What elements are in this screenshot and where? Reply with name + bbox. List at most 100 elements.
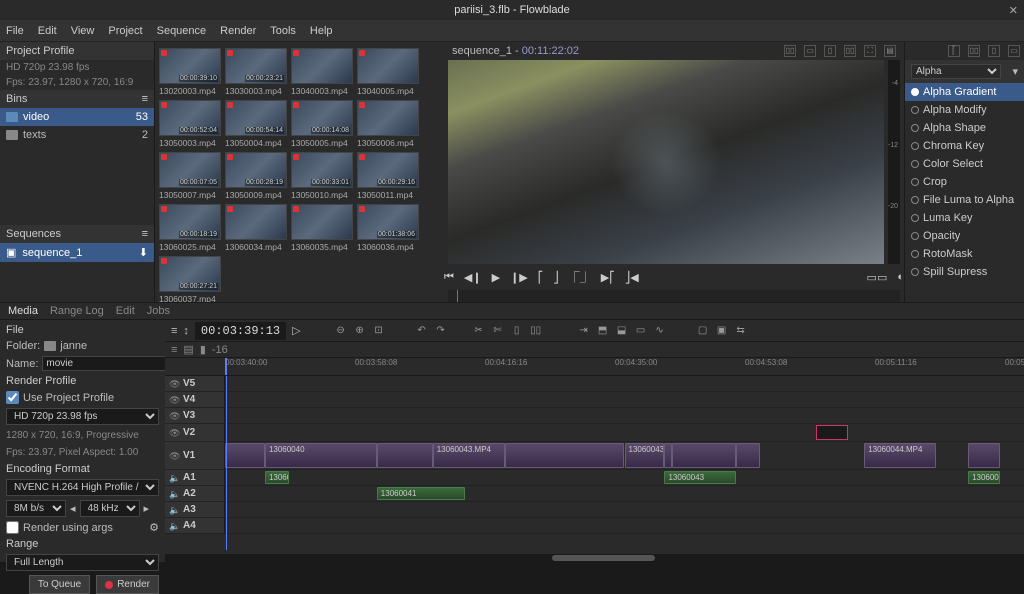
track-head[interactable]: 🔈A4	[165, 518, 225, 533]
insert-icon[interactable]: ⇥	[576, 323, 592, 339]
sequence-item[interactable]: ▣ sequence_1 ⬇	[0, 243, 154, 262]
zoom-out-icon[interactable]: ⊖	[333, 323, 349, 339]
sequence-download-icon[interactable]: ⬇	[139, 246, 148, 259]
track-body[interactable]	[225, 424, 1024, 441]
tab-jobs[interactable]: Jobs	[147, 305, 170, 317]
cut-icon[interactable]: ✂	[471, 323, 487, 339]
timeline-scrollbar[interactable]	[165, 554, 1024, 562]
timeline-clip[interactable]: 13060043.MP4	[433, 443, 505, 468]
fx-layout-4-icon[interactable]: ▭	[1008, 45, 1020, 57]
timeline-clip[interactable]	[225, 443, 265, 468]
mute-icon[interactable]: 👁	[169, 395, 179, 405]
track-head[interactable]: 🔈A2	[165, 486, 225, 501]
media-clip[interactable]: 00:00:14:0813050005.mp4	[291, 100, 353, 148]
media-clip[interactable]: 00:00:23:2113030003.mp4	[225, 48, 287, 96]
monitor-viewport[interactable]	[448, 60, 884, 264]
bin-item[interactable]: video53	[0, 108, 154, 126]
effect-item[interactable]: Alpha Shape	[905, 119, 1024, 137]
media-clip[interactable]: 00:00:54:1413050004.mp4	[225, 100, 287, 148]
track-body[interactable]	[225, 392, 1024, 407]
zoom-fit-icon[interactable]: ⊡	[371, 323, 387, 339]
timeline-clip[interactable]: 13060043	[625, 443, 665, 468]
layout-1-icon[interactable]: ▯▯	[784, 45, 796, 57]
fx-layout-1-icon[interactable]: ⎡	[948, 45, 960, 57]
effect-item[interactable]: Spill Supress	[905, 263, 1024, 281]
gear-icon[interactable]: ⚙	[149, 521, 159, 534]
menu-project[interactable]: Project	[108, 25, 142, 37]
menu-render[interactable]: Render	[220, 25, 256, 37]
menu-sequence[interactable]: Sequence	[157, 25, 207, 37]
media-clip[interactable]: 00:01:38:0613060036.mp4	[357, 204, 419, 252]
splice-icon[interactable]: ✄	[490, 323, 506, 339]
layout-5-icon[interactable]: ⛶	[864, 45, 876, 57]
sequences-menu-icon[interactable]: ≡	[142, 228, 148, 240]
effect-item[interactable]: Alpha Gradient	[905, 83, 1024, 101]
effect-item[interactable]: Alpha Modify	[905, 101, 1024, 119]
media-clip[interactable]: 00:00:07:0513050007.mp4	[159, 152, 221, 200]
layout-2-icon[interactable]: ▭	[804, 45, 816, 57]
track-head[interactable]: 🔈A3	[165, 502, 225, 517]
timeline-clip[interactable]: 13060043	[664, 471, 736, 484]
marker-icon[interactable]: ▮	[200, 343, 206, 356]
track-head[interactable]: 👁V3	[165, 408, 225, 423]
mute-icon[interactable]: 🔈	[169, 505, 179, 515]
monitor-scrubber[interactable]	[448, 290, 900, 302]
fx-layout-2-icon[interactable]: ▯▯	[968, 45, 980, 57]
timeline-clip[interactable]: 13060040	[265, 443, 377, 468]
track-body[interactable]: 13060040 13060043.MP4 13060043 13060044.MP4	[225, 442, 1024, 469]
track-head[interactable]: 🔈A1	[165, 470, 225, 485]
timeline-clip[interactable]: 13060044.MP4	[864, 443, 936, 468]
append-icon[interactable]: ⬓	[614, 323, 630, 339]
timeline-clip[interactable]: 13060040	[265, 471, 289, 484]
bin-item[interactable]: texts2	[0, 126, 154, 144]
track-body[interactable]	[225, 376, 1024, 391]
media-clip[interactable]: 13040003.mp4	[291, 48, 353, 96]
timeline-clip[interactable]: 13060041	[968, 471, 1000, 484]
bins-menu-icon[interactable]: ≡	[142, 93, 148, 105]
effects-category-select[interactable]: Alpha	[911, 64, 1001, 79]
track-body[interactable]	[225, 408, 1024, 423]
profile-select[interactable]: HD 720p 23.98 fps	[6, 408, 159, 425]
track-head[interactable]: 👁V2	[165, 424, 225, 441]
tab-edit[interactable]: Edit	[116, 305, 135, 317]
tool-menu-icon[interactable]: ≡	[171, 325, 177, 337]
tracks-menu-icon[interactable]: ≡	[171, 344, 177, 356]
effect-item[interactable]: File Luma to Alpha	[905, 191, 1024, 209]
toggle-icon[interactable]: ◐	[897, 271, 904, 283]
mark-in-icon[interactable]: ⎡	[538, 271, 544, 284]
mute-icon[interactable]: 🔈	[169, 521, 179, 531]
media-clip[interactable]: 13060034.mp4	[225, 204, 287, 252]
edit-1-icon[interactable]: ▯	[509, 323, 525, 339]
overwrite-icon[interactable]: ⬒	[595, 323, 611, 339]
fx-layout-3-icon[interactable]: ▯	[988, 45, 1000, 57]
track-body[interactable]: 13060041	[225, 486, 1024, 501]
effect-item[interactable]: Chroma Key	[905, 137, 1024, 155]
mute-icon[interactable]: 👁	[169, 379, 179, 389]
to-queue-button[interactable]: To Queue	[29, 575, 90, 594]
audio-sync-icon[interactable]: ∿	[652, 323, 668, 339]
effect-item[interactable]: RotoMask	[905, 245, 1024, 263]
menu-file[interactable]: File	[6, 25, 24, 37]
menu-tools[interactable]: Tools	[270, 25, 296, 37]
media-clip[interactable]: 13040005.mp4	[357, 48, 419, 96]
close-icon[interactable]: ✕	[1009, 4, 1018, 17]
mute-icon[interactable]: 👁	[169, 428, 179, 438]
goto-in-icon[interactable]: ▶⎡	[601, 271, 615, 284]
bitrate-select[interactable]: 8M b/s	[6, 500, 66, 517]
media-clip[interactable]: 00:00:18:1913060025.mp4	[159, 204, 221, 252]
use-project-profile-checkbox[interactable]	[6, 391, 19, 404]
timeline-clip[interactable]	[968, 443, 1000, 468]
effect-item[interactable]: Opacity	[905, 227, 1024, 245]
media-clip[interactable]: 00:00:27:2113060037.mp4	[159, 256, 221, 302]
folder-value[interactable]: janne	[60, 340, 87, 352]
effect-item[interactable]: Luma Key	[905, 209, 1024, 227]
folder-icon[interactable]	[44, 341, 56, 351]
menu-view[interactable]: View	[71, 25, 95, 37]
edit-2-icon[interactable]: ▯▯	[528, 323, 544, 339]
mark-out-icon[interactable]: ⎦	[553, 271, 559, 284]
step-back-icon[interactable]: ◀❙	[464, 271, 482, 284]
track-body[interactable]	[225, 502, 1024, 517]
menu-help[interactable]: Help	[310, 25, 333, 37]
timeline-clip[interactable]	[816, 425, 848, 440]
menu-edit[interactable]: Edit	[38, 25, 57, 37]
